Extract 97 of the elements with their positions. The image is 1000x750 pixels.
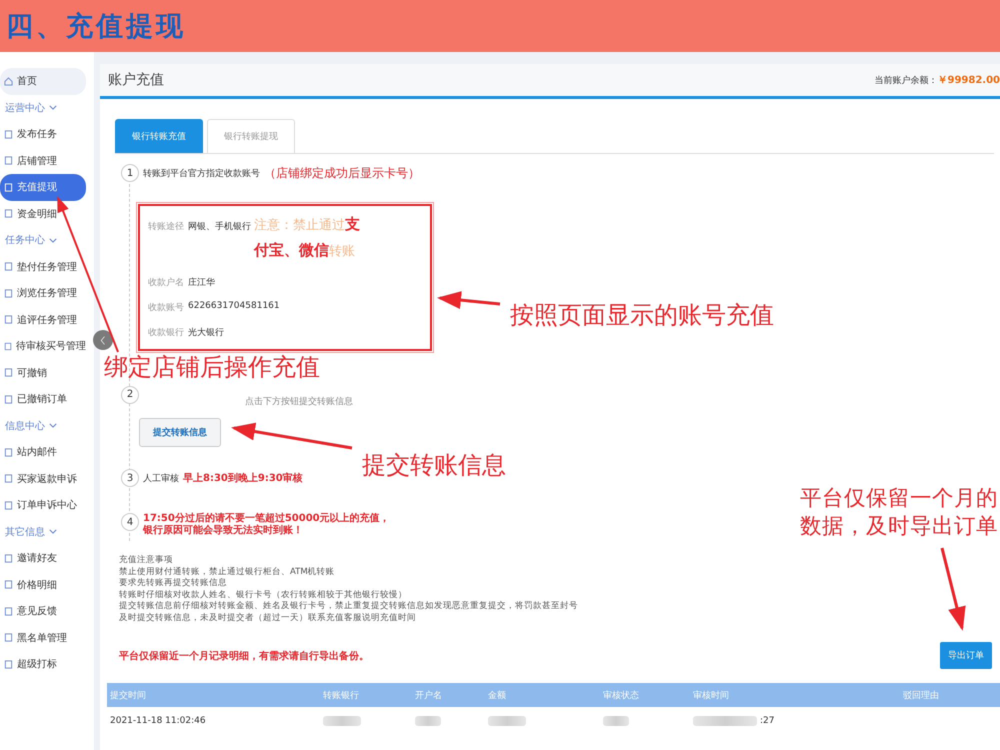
field-label: 转账途径 (148, 220, 184, 233)
annotation-text: 绑定店铺后操作充值 (104, 352, 320, 383)
balance-label: 当前账户余额： (874, 74, 938, 86)
field-value: 光大银行 (188, 326, 224, 339)
step-note: （店铺绑定成功后显示卡号） (264, 164, 420, 182)
field-label: 收款账号 (148, 302, 184, 314)
document-icon (4, 660, 13, 669)
document-icon (4, 209, 13, 218)
sidebar-item[interactable]: 订单申诉中心 (0, 492, 86, 518)
sidebar-item[interactable]: 意见反馈 (0, 598, 86, 624)
annotation-text: 平台仅保留一个月的数据，及时导出订单 (800, 485, 998, 541)
chevron-icon (49, 423, 57, 428)
annotation-arrow (437, 291, 500, 310)
step-text: 人工审核 (143, 472, 179, 484)
annotation-text: 按照页面显示的账号充值 (510, 300, 774, 331)
step-text: 点击下方按钮提交转账信息 (245, 396, 353, 408)
field-label: 收款银行 (148, 326, 184, 339)
sidebar-item[interactable]: 黑名单管理 (0, 624, 86, 651)
notice-line: 充值注意事项 (119, 555, 173, 566)
document-icon (4, 130, 13, 139)
column-header: 审核时间 (692, 690, 730, 702)
document-icon (4, 633, 13, 642)
document-icon (4, 262, 13, 272)
sidebar-item[interactable]: 充值提现 (0, 174, 86, 200)
column-header: 提交时间 (109, 690, 147, 702)
document-icon (4, 182, 13, 192)
step-text: 转账到平台官方指定收款账号 (143, 168, 260, 180)
column-header: 金额 (487, 690, 507, 702)
field-value: 庄江华 (188, 276, 215, 289)
column-header: 开户名 (414, 690, 443, 702)
sidebar-group[interactable]: 信息中心 (0, 412, 94, 439)
notice-line: 提交转账信息前仔细核对转账金额、姓名及银行卡号，禁止重复提交转账信息如发现恶意重复提交，将罚款甚至封号 (119, 601, 578, 612)
notice-line: 及时提交转账信息，未及时提交者（超过一天）联系充值客服说明充值时间 (119, 612, 416, 624)
sidebar-item[interactable]: 待审核买号管理 (0, 333, 86, 360)
notice-line: 禁止使用财付通转账，禁止通过银行柜台、ATM机转账 (119, 566, 335, 578)
sidebar-item[interactable]: 已撤销订单 (0, 386, 86, 412)
warning-text: 注意：禁止通过支付宝、微信转账 (254, 214, 361, 261)
slide-title: 四、充值提现 (6, 10, 186, 44)
step-number: 3 (121, 469, 139, 487)
step-number: 4 (121, 513, 139, 531)
notice-line: 要求先转账再提交转账信息 (119, 578, 227, 590)
table-cell-text: 2021-11-18 11:02:46 (109, 716, 207, 726)
review-hours: 早上8:30到晚上9:30审核 (183, 471, 303, 485)
chevron-icon (49, 105, 57, 110)
sidebar-group[interactable]: 任务中心 (0, 227, 94, 254)
document-icon (4, 606, 13, 616)
column-header: 转账银行 (322, 690, 360, 702)
chevron-icon (49, 238, 57, 243)
document-icon (4, 448, 13, 457)
step-number: 1 (121, 164, 139, 182)
document-icon (4, 394, 13, 404)
blurred-text (693, 716, 757, 726)
blurred-text (603, 716, 629, 726)
column-header: 审核状态 (602, 690, 640, 702)
document-icon (4, 288, 13, 298)
field-label: 收款户名 (148, 276, 184, 289)
page-title: 账户充值 (108, 71, 165, 89)
blurred-text (323, 716, 361, 726)
document-icon (4, 368, 13, 378)
sidebar-item[interactable]: 价格明细 (0, 572, 86, 598)
document-icon (4, 554, 13, 563)
sidebar-group[interactable]: 其它信息 (0, 518, 94, 545)
field-value: 网银、手机银行 (188, 220, 251, 233)
blurred-text (488, 716, 526, 726)
sidebar-item[interactable]: 店铺管理 (0, 148, 86, 174)
sidebar-item[interactable]: 首页 (0, 68, 86, 94)
blurred-text (415, 716, 441, 726)
document-icon (4, 474, 13, 484)
sidebar-item[interactable]: 追评任务管理 (0, 306, 86, 333)
home-icon (4, 76, 13, 86)
notice-line: 转账时仔细核对收款人姓名、银行卡号（农行转账相较于其他银行较慢） (119, 590, 407, 600)
retention-notice: 平台仅保留近一个月记录明细，有需求请自行导出备份。 (119, 650, 370, 662)
field-value: 6226631704581161 (188, 301, 280, 311)
document-icon (4, 500, 13, 510)
document-icon (4, 342, 12, 351)
sidebar-item[interactable]: 资金明细 (0, 200, 86, 227)
balance-value: ￥99982.00 (937, 74, 1000, 87)
annotation-text: 提交转账信息 (362, 450, 506, 481)
submit-button[interactable]: 提交转账信息 (139, 418, 221, 447)
sidebar-item[interactable]: 发布任务 (0, 121, 86, 148)
sidebar-group[interactable]: 运营中心 (0, 94, 94, 121)
sidebar-item[interactable]: 买家返款申诉 (0, 466, 86, 492)
document-icon (4, 580, 13, 590)
step-number: 2 (121, 386, 139, 404)
table-cell-text: :27 (759, 716, 774, 726)
document-icon (4, 315, 13, 324)
sidebar-item[interactable]: 邀请好友 (0, 545, 86, 572)
chevron-left-icon (100, 334, 106, 346)
step-warning: 17:50分过后的请不要一笔超过50000元以上的充值，银行原因可能会导致无法实时到账！ (143, 513, 391, 537)
document-icon (4, 156, 13, 166)
sidebar-item[interactable]: 可撤销 (0, 360, 86, 386)
sidebar-item[interactable]: 超级打标 (0, 651, 86, 678)
sidebar-item[interactable]: 垫付任务管理 (0, 254, 86, 280)
chevron-icon (49, 529, 57, 534)
column-header: 驳回理由 (902, 690, 940, 702)
sidebar-item[interactable]: 浏览任务管理 (0, 280, 86, 306)
sidebar-item[interactable]: 站内邮件 (0, 439, 86, 466)
